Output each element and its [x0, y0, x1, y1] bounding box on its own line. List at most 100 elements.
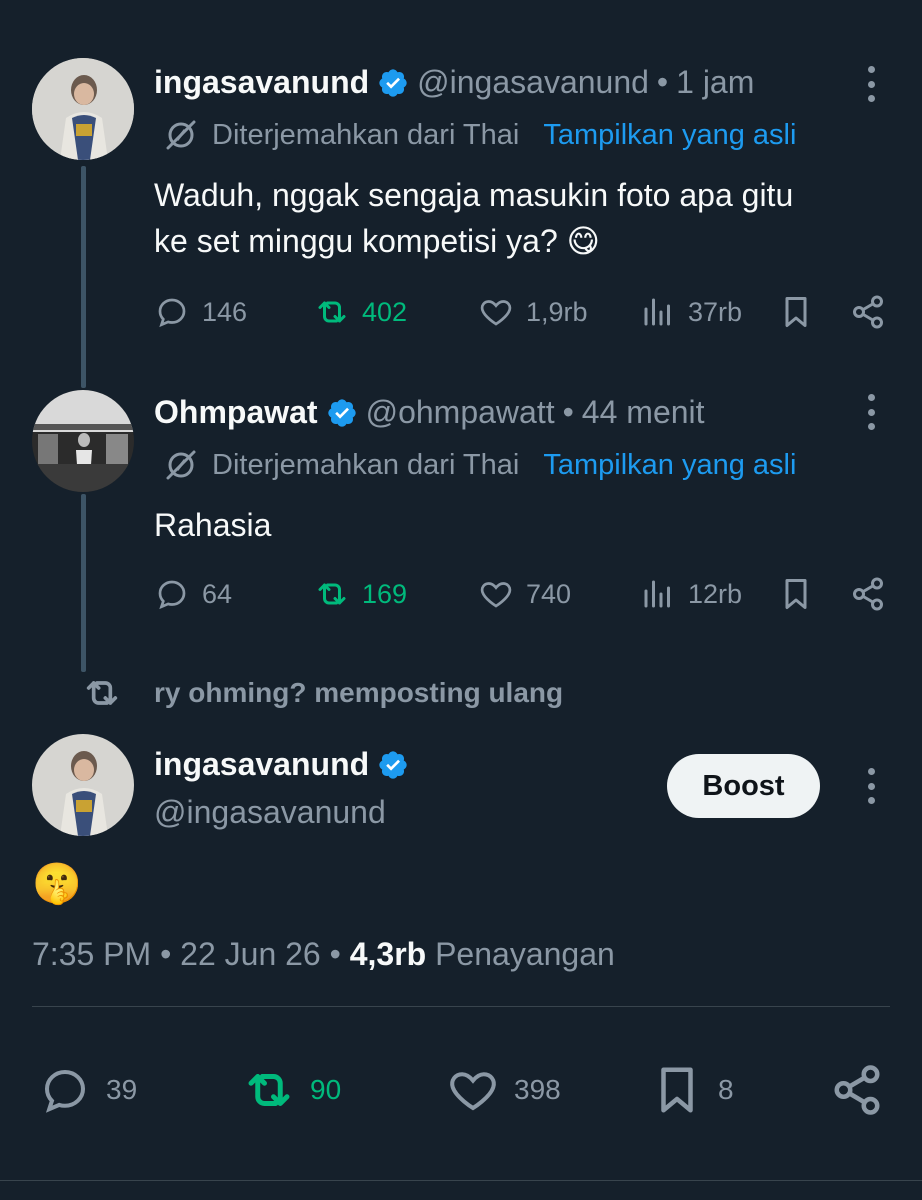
share-button[interactable] — [830, 1060, 898, 1120]
avatar[interactable] — [32, 58, 134, 160]
repost-icon — [318, 301, 346, 323]
share-button[interactable] — [850, 292, 886, 332]
share-button[interactable] — [850, 574, 886, 614]
repost-button[interactable]: 90 — [242, 1060, 341, 1120]
display-name[interactable]: ingasavanund — [154, 746, 369, 783]
like-count: 740 — [526, 578, 572, 609]
reply-count: 146 — [202, 296, 248, 327]
separator-dot: • — [160, 936, 172, 972]
bookmark-button[interactable]: 8 — [650, 1060, 734, 1120]
more-options-button[interactable] — [865, 394, 877, 430]
view-count: 37rb — [688, 296, 743, 327]
repost-context-text: ry ohming? memposting ulang — [154, 677, 564, 708]
user-handle[interactable]: @ingasavanund — [154, 794, 386, 831]
like-count: 398 — [514, 1074, 561, 1105]
user-handle[interactable]: @ingasavanund — [417, 64, 649, 101]
analytics-icon — [644, 580, 670, 608]
translated-from-label: Diterjemahkan dari Thai — [212, 448, 520, 481]
post-thread-view: ingasavanund @ingasavanund • 1 jam Diter… — [0, 0, 922, 1200]
verified-badge-icon — [379, 68, 407, 97]
divider — [0, 1180, 922, 1181]
thread-connector-line — [81, 494, 86, 672]
user-handle[interactable]: @ohmpawatt — [366, 394, 555, 431]
post-metadata: 7:35 PM • 22 Jun 26 • 4,3rb Penayangan — [32, 936, 615, 973]
tweet-text-line: Waduh, nggak sengaja masukin foto apa gi… — [154, 177, 794, 213]
separator-dot: • — [562, 394, 574, 430]
heart-icon — [450, 1072, 496, 1111]
views-count: 4,3rb — [349, 936, 427, 972]
display-name[interactable]: Ohmpawat — [154, 394, 318, 431]
reply-count: 64 — [202, 578, 233, 609]
reply-count: 39 — [106, 1074, 138, 1105]
tweet-header: Ohmpawat @ohmpawatt • 44 menit — [154, 394, 705, 431]
like-button[interactable]: 398 — [446, 1060, 561, 1120]
post-date[interactable]: 22 Jun 26 — [180, 936, 321, 972]
globe-translate-icon — [166, 120, 196, 150]
like-button[interactable]: 740 — [478, 574, 571, 614]
repost-count: 402 — [362, 296, 408, 327]
avatar[interactable] — [32, 390, 134, 492]
more-options-button[interactable] — [865, 66, 877, 102]
repost-icon — [86, 681, 118, 705]
bookmark-count: 8 — [718, 1074, 734, 1105]
separator-dot: • — [329, 936, 341, 972]
boost-button[interactable]: Boost — [667, 754, 820, 818]
repost-button[interactable]: 402 — [314, 292, 407, 332]
more-options-button[interactable] — [865, 768, 877, 804]
share-icon — [853, 577, 883, 611]
translated-from-label: Diterjemahkan dari Thai — [212, 118, 520, 151]
views-button[interactable]: 37rb — [640, 292, 742, 332]
main-tweet-handle-row: @ingasavanund — [154, 794, 386, 831]
avatar[interactable] — [32, 734, 134, 836]
like-button[interactable]: 1,9rb — [478, 292, 588, 332]
avatar-photo — [32, 390, 134, 492]
tweet-text: Waduh, nggak sengaja masukin foto apa gi… — [154, 172, 793, 264]
post-time[interactable]: 7:35 PM — [32, 936, 151, 972]
analytics-icon — [644, 298, 670, 326]
repost-icon — [318, 583, 346, 605]
show-original-link[interactable]: Tampilkan yang asli — [543, 449, 796, 482]
repost-context[interactable]: ry ohming? memposting ulang — [82, 673, 563, 713]
repost-icon — [248, 1074, 290, 1106]
heart-icon — [480, 300, 512, 326]
views-label: Penayangan — [435, 936, 615, 972]
bookmark-button[interactable] — [778, 292, 814, 332]
verified-badge-icon — [379, 750, 407, 779]
repost-count: 90 — [310, 1074, 342, 1105]
main-tweet-header: ingasavanund — [154, 746, 417, 783]
bookmark-button[interactable] — [778, 574, 814, 614]
show-original-link[interactable]: Tampilkan yang asli — [543, 119, 796, 152]
globe-translate-icon — [166, 450, 196, 480]
display-name[interactable]: ingasavanund — [154, 64, 369, 101]
avatar-photo — [32, 734, 134, 836]
reply-button[interactable]: 39 — [38, 1060, 137, 1120]
reply-button[interactable]: 64 — [154, 574, 232, 614]
post-timestamp[interactable]: 1 jam — [676, 64, 754, 101]
reply-icon — [158, 298, 186, 328]
divider — [32, 1006, 890, 1007]
tweet-text-line: ke set minggu kompetisi ya? 😋 — [154, 223, 600, 259]
reply-icon — [44, 1069, 86, 1113]
avatar-photo — [32, 58, 134, 160]
share-icon — [834, 1065, 880, 1115]
bookmark-icon — [785, 297, 807, 327]
views-button[interactable]: 12rb — [640, 574, 742, 614]
thread-connector-line — [81, 166, 86, 388]
bookmark-icon — [661, 1067, 693, 1113]
tweet-action-bar: 146 402 1,9rb 37rb — [154, 292, 890, 332]
repost-button[interactable]: 169 — [314, 574, 407, 614]
repost-count: 169 — [362, 578, 408, 609]
heart-icon — [480, 582, 512, 608]
tweet-text: Rahasia — [154, 507, 272, 543]
share-icon — [853, 295, 883, 329]
post-timestamp[interactable]: 44 menit — [582, 394, 705, 431]
view-count: 12rb — [688, 578, 743, 609]
bookmark-icon — [785, 579, 807, 609]
separator-dot: • — [656, 64, 669, 100]
main-tweet-action-bar: 39 90 398 8 — [0, 1060, 922, 1120]
tweet-header: ingasavanund @ingasavanund • 1 jam — [154, 64, 754, 101]
reply-button[interactable]: 146 — [154, 292, 247, 332]
translation-notice: Diterjemahkan dari Thai Tampilkan yang a… — [164, 118, 796, 152]
tweet-action-bar: 64 169 740 12rb — [154, 574, 890, 614]
main-tweet-text: 🤫 — [32, 862, 82, 906]
